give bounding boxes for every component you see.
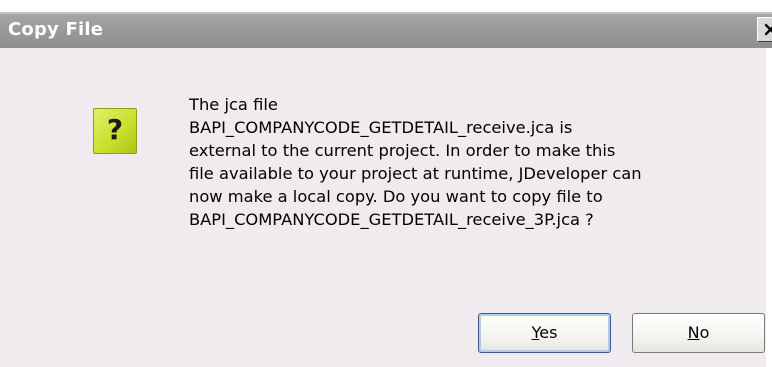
message-line: file available to your project at runtim… (189, 164, 642, 183)
copy-file-dialog: Copy File × ? The jca file BAPI_COMPANYC… (0, 0, 772, 367)
close-button[interactable]: × (757, 17, 772, 42)
yes-button-label: Yes (531, 323, 558, 342)
background-strip (0, 0, 772, 12)
no-button-label: No (687, 323, 710, 342)
question-icon: ? (93, 108, 137, 154)
window-title: Copy File (8, 19, 104, 40)
no-button[interactable]: No (632, 313, 765, 353)
message-line: The jca file (189, 95, 278, 114)
yes-button[interactable]: Yes (478, 313, 611, 353)
question-mark-glyph: ? (106, 113, 124, 146)
title-bar[interactable]: Copy File × (0, 12, 772, 48)
background-strip-right (766, 48, 772, 367)
close-icon: × (762, 17, 772, 41)
message-line: now make a local copy. Do you want to co… (189, 187, 603, 206)
message-line: external to the current project. In orde… (189, 141, 616, 160)
message-line: BAPI_COMPANYCODE_GETDETAIL_receive_3P.jc… (189, 210, 594, 229)
message-line: BAPI_COMPANYCODE_GETDETAIL_receive.jca i… (189, 118, 573, 137)
message-text: The jca file BAPI_COMPANYCODE_GETDETAIL_… (189, 93, 759, 231)
